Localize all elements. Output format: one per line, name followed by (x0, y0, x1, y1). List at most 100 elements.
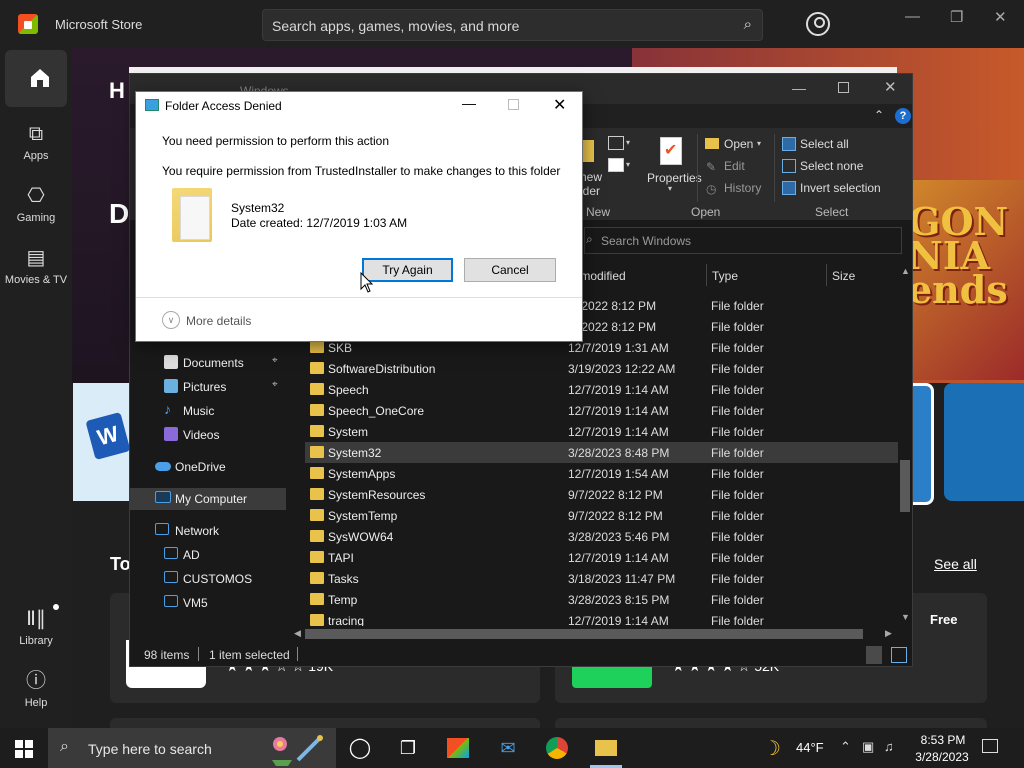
scroll-up-icon[interactable]: ▲ (901, 266, 910, 276)
cortana-icon[interactable]: ◯ (344, 732, 376, 764)
file-row[interactable]: Temp 3/28/2023 8:15 PM File folder (305, 589, 898, 610)
weather-temperature[interactable]: 44°F (796, 740, 824, 755)
task-view-icon[interactable]: ❐ (392, 732, 424, 764)
horizontal-scroll-thumb[interactable] (305, 629, 863, 639)
network-icon[interactable]: ▣ (862, 739, 874, 755)
easy-access-icon[interactable] (608, 158, 624, 172)
notification-icon[interactable] (982, 739, 998, 753)
file-row[interactable]: SoftwareDistribution 3/19/2023 12:22 AM Fi… (305, 358, 898, 379)
column-divider[interactable] (826, 264, 827, 286)
select-all-button[interactable]: Select all (800, 137, 849, 151)
select-none-button[interactable]: Select none (800, 159, 863, 173)
file-row[interactable]: Tasks 3/18/2023 11:47 PM File folder (305, 568, 898, 589)
details-view-icon[interactable] (866, 646, 882, 664)
store-taskbar-icon[interactable] (442, 732, 474, 764)
explorer-close-button[interactable]: ✕ (884, 78, 897, 96)
mail-icon[interactable]: ✉ (492, 732, 524, 764)
clock-date[interactable]: 3/28/2023 (912, 750, 972, 764)
nav-item-videos[interactable]: Videos (130, 424, 286, 446)
folder-icon (595, 740, 617, 756)
nav-item-ad[interactable]: AD (130, 544, 286, 566)
file-row[interactable]: SysWOW64 3/28/2023 5:46 PM File folder (305, 526, 898, 547)
chevron-up-icon[interactable]: ⌃ (840, 739, 851, 755)
file-row[interactable]: Speech 12/7/2019 1:14 AM File folder (305, 379, 898, 400)
account-icon[interactable] (806, 12, 830, 36)
chevron-down-icon: ▾ (668, 184, 673, 193)
rail-help-button[interactable]: ⓘ Help (0, 669, 72, 709)
file-type: File folder (711, 551, 764, 565)
promo-tile[interactable] (944, 383, 1024, 501)
dialog-title: Folder Access Denied (165, 99, 282, 113)
file-row[interactable]: SystemResources 9/7/2022 8:12 PM File fold… (305, 484, 898, 505)
scroll-down-icon[interactable]: ▼ (901, 612, 910, 622)
nav-item-label: AD (183, 548, 200, 562)
free-price-label[interactable]: Free (930, 612, 957, 627)
column-size[interactable]: Size (832, 269, 855, 283)
large-icons-view-icon[interactable] (891, 647, 907, 663)
rail-library-button[interactable]: Ⅱ∥ Library (0, 607, 72, 647)
file-row[interactable]: TAPI 12/7/2019 1:14 AM File folder (305, 547, 898, 568)
column-type[interactable]: Type (712, 269, 738, 283)
explorer-minimize-button[interactable]: — (792, 80, 806, 96)
chevron-down-icon[interactable]: ∨ (162, 311, 180, 329)
file-row[interactable]: tracing 12/7/2019 1:14 AM File folder (305, 610, 898, 626)
explorer-maximize-button[interactable] (838, 82, 849, 93)
windows-start-icon[interactable] (15, 740, 33, 758)
store-restore-button[interactable]: ❐ (950, 8, 963, 26)
invert-selection-button[interactable]: Invert selection (800, 181, 881, 195)
cancel-button[interactable]: Cancel (464, 258, 556, 282)
nav-item-customos[interactable]: CUSTOMOS (130, 568, 286, 590)
scroll-left-icon[interactable]: ◀ (294, 628, 301, 639)
dialog-close-button[interactable]: ✕ (553, 95, 566, 115)
file-row[interactable]: SystemApps 12/7/2019 1:54 AM File folder (305, 463, 898, 484)
chevron-up-icon[interactable]: ⌃ (874, 108, 884, 122)
file-date: 12/7/2019 1:14 AM (568, 425, 669, 439)
rail-apps-button[interactable]: ⧉ Apps (0, 122, 72, 162)
volume-icon[interactable]: ♫ (884, 739, 894, 754)
rail-home-button[interactable] (5, 50, 67, 107)
more-details-button[interactable]: More details (186, 314, 251, 328)
store-minimize-button[interactable]: — (905, 8, 920, 25)
nav-item-my-computer[interactable]: My Computer (130, 488, 286, 510)
file-explorer-taskbar-icon[interactable] (590, 732, 622, 764)
nav-item-documents[interactable]: Documents ⌖ (130, 352, 286, 374)
nav-item-network[interactable]: Network (130, 520, 286, 542)
store-search-input[interactable]: Search apps, games, movies, and more ⌕ (262, 9, 763, 41)
vertical-scroll-thumb[interactable] (900, 460, 910, 512)
dialog-minimize-button[interactable]: — (462, 95, 476, 111)
file-row[interactable]: System 12/7/2019 1:14 AM File folder (305, 421, 898, 442)
chrome-icon[interactable] (541, 732, 573, 764)
rail-gaming-button[interactable]: ⎔ Gaming (0, 184, 72, 224)
pin-icon[interactable]: ⌖ (272, 379, 278, 390)
moon-weather-icon[interactable]: ☽ (763, 736, 781, 761)
nav-item-music[interactable]: ♪ Music (130, 400, 286, 422)
column-divider[interactable] (706, 264, 707, 286)
history-button[interactable]: History (724, 181, 761, 195)
nav-item-vm5[interactable]: VM5 (130, 592, 286, 614)
help-icon[interactable]: ? (895, 108, 911, 124)
folder-icon (310, 530, 324, 542)
vertical-scrollbar[interactable] (898, 264, 912, 626)
chevron-down-icon: ▾ (757, 139, 762, 148)
nav-item-onedrive[interactable]: OneDrive (130, 456, 286, 478)
edit-button[interactable]: Edit (724, 159, 745, 173)
try-again-button[interactable]: Try Again (362, 258, 453, 282)
new-folder-button[interactable]: new lder (580, 170, 602, 198)
scroll-right-icon[interactable]: ▶ (885, 628, 892, 639)
status-divider (297, 647, 298, 661)
see-all-link[interactable]: See all (934, 556, 977, 572)
rail-movies-button[interactable]: ▤ Movies & TV (0, 246, 72, 286)
properties-button[interactable]: Properties (647, 171, 702, 185)
clock-time[interactable]: 8:53 PM (916, 733, 970, 747)
new-item-icon[interactable] (608, 136, 624, 150)
pin-icon[interactable]: ⌖ (272, 355, 278, 366)
file-row[interactable]: Speech_OneCore 12/7/2019 1:14 AM File fold… (305, 400, 898, 421)
store-close-button[interactable]: ✕ (994, 8, 1007, 26)
explorer-search-input[interactable]: Search Windows (584, 227, 902, 254)
ribbon-divider (774, 134, 775, 202)
file-row-selected[interactable]: System32 3/28/2023 8:48 PM File folder (305, 442, 898, 463)
file-row[interactable]: SystemTemp 9/7/2022 8:12 PM File folder (305, 505, 898, 526)
open-button[interactable]: Open (724, 137, 753, 151)
nav-item-pictures[interactable]: Pictures ⌖ (130, 376, 286, 398)
search-icon[interactable]: ⌕ (744, 16, 752, 33)
